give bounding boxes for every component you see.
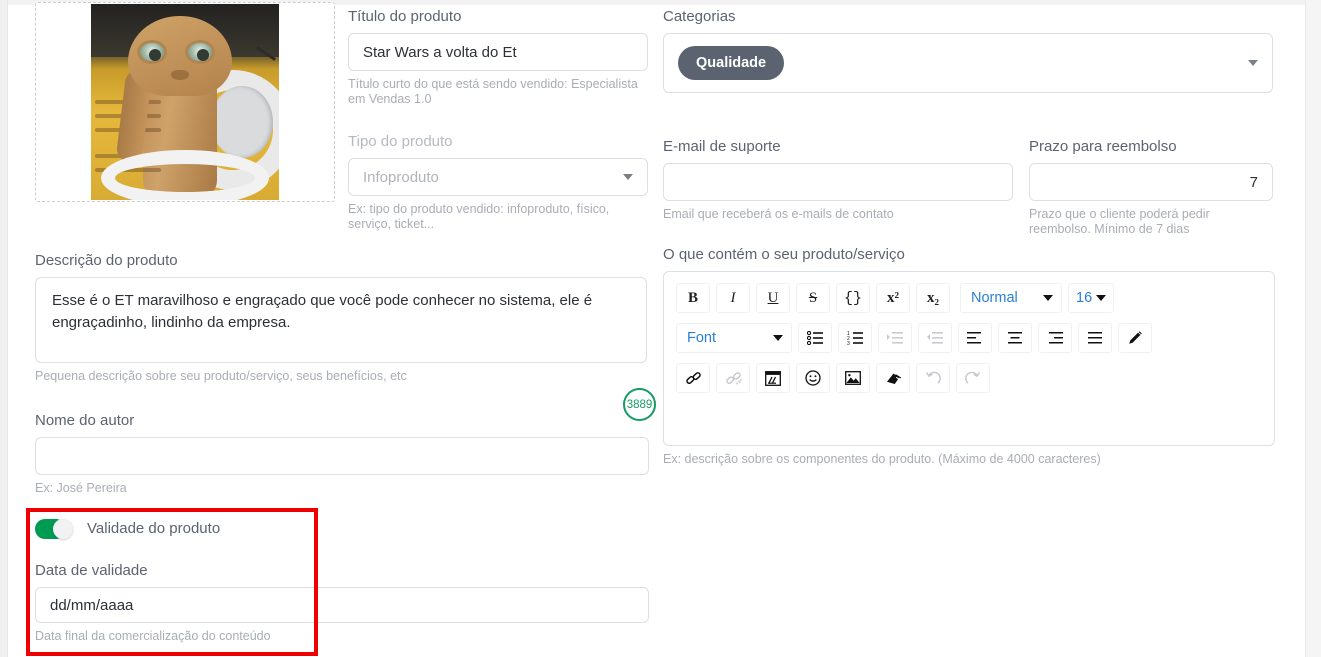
content-editor-body[interactable] [664, 398, 1274, 406]
font-family-select[interactable]: Font [676, 323, 792, 353]
support-email-label: E-mail de suporte [663, 138, 781, 155]
description-textarea[interactable]: Esse é o ET maravilhoso e engraçado que … [35, 277, 647, 363]
undo-icon[interactable] [916, 363, 950, 393]
code-block-button[interactable]: {} [836, 283, 870, 313]
video-embed-icon[interactable] [756, 363, 790, 393]
author-name-input[interactable] [35, 437, 649, 475]
link-icon[interactable] [676, 363, 710, 393]
validity-toggle-label: Validade do produto [87, 520, 221, 537]
content-editor-label: O que contém o seu produto/serviço [663, 246, 905, 263]
support-email-hint: Email que receberá os e-mails de contato [663, 207, 894, 221]
font-family-value: Font [687, 330, 717, 346]
italic-button[interactable]: I [716, 283, 750, 313]
product-form-page: Título do produto Star Wars a volta do E… [0, 0, 1321, 657]
description-hint: Pequena descrição sobre seu produto/serv… [35, 369, 407, 383]
product-type-value: Infoproduto [363, 168, 439, 186]
validity-toggle-switch[interactable] [35, 519, 73, 539]
chevron-down-icon [623, 174, 633, 180]
svg-text:3: 3 [847, 341, 850, 345]
bullet-list-icon[interactable] [798, 323, 832, 353]
content-editor-hint: Ex: descrição sobre os componentes do pr… [663, 452, 1101, 466]
chevron-down-icon [773, 335, 783, 341]
subscript-button[interactable]: x₂ [916, 283, 950, 313]
author-name-label: Nome do autor [35, 412, 135, 429]
validity-toggle-row[interactable]: Validade do produto [35, 519, 649, 539]
chevron-down-icon [1248, 60, 1258, 66]
content-editor[interactable]: B I U S {} x² x₂ Normal 16 Font 1 2 3 [663, 271, 1275, 446]
product-type-hint: Ex: tipo do produto vendido: infoproduto… [348, 202, 610, 231]
align-right-icon[interactable] [1038, 323, 1072, 353]
align-left-icon[interactable] [958, 323, 992, 353]
chevron-down-icon [1096, 295, 1107, 301]
align-justify-icon[interactable] [1078, 323, 1112, 353]
categories-multiselect[interactable]: Qualidade [663, 33, 1273, 93]
category-chip-qualidade[interactable]: Qualidade [678, 46, 785, 80]
underline-button[interactable]: U [756, 283, 790, 313]
font-size-value: 16 [1076, 290, 1093, 306]
categories-label: Categorias [663, 8, 736, 25]
indent-decrease-icon[interactable] [918, 323, 952, 353]
description-label: Descrição do produto [35, 252, 178, 269]
indent-increase-icon[interactable] [878, 323, 912, 353]
refund-term-input[interactable]: 7 [1029, 163, 1273, 201]
image-icon[interactable] [836, 363, 870, 393]
product-title-label: Título do produto [348, 8, 462, 25]
page-scrollbar[interactable] [1305, 0, 1321, 657]
page-left-gutter [0, 0, 8, 657]
product-title-input[interactable]: Star Wars a volta do Et [348, 33, 648, 71]
align-center-icon[interactable] [998, 323, 1032, 353]
product-type-select[interactable]: Infoproduto [348, 158, 648, 196]
validity-date-input[interactable]: dd/mm/aaaa [35, 587, 649, 623]
refund-term-label: Prazo para reembolso [1029, 138, 1177, 155]
validity-date-label: Data de validade [35, 562, 148, 579]
author-name-hint: Ex: José Pereira [35, 481, 127, 495]
unlink-icon[interactable] [716, 363, 750, 393]
product-image-dropzone[interactable] [35, 2, 335, 202]
header-format-select[interactable]: Normal [960, 283, 1062, 313]
text-color-pencil-icon[interactable] [1118, 323, 1152, 353]
header-format-value: Normal [971, 290, 1018, 306]
refund-term-hint: Prazo que o cliente poderá pedir reembol… [1029, 207, 1210, 236]
emoji-icon[interactable] [796, 363, 830, 393]
product-type-label: Tipo do produto [348, 133, 453, 150]
chevron-down-icon [1043, 295, 1053, 301]
support-email-input[interactable] [663, 163, 1013, 201]
superscript-button[interactable]: x² [876, 283, 910, 313]
redo-icon[interactable] [956, 363, 990, 393]
clean-format-eraser-icon[interactable] [876, 363, 910, 393]
bold-button[interactable]: B [676, 283, 710, 313]
numbered-list-icon[interactable]: 123 [838, 323, 872, 353]
product-image-preview [91, 4, 279, 200]
validity-date-hint: Data final da comercialização do conteúd… [35, 629, 271, 643]
strikethrough-button[interactable]: S [796, 283, 830, 313]
font-size-select[interactable]: 16 [1068, 283, 1115, 313]
product-title-hint: Título curto do que está sendo vendido: … [348, 77, 638, 106]
